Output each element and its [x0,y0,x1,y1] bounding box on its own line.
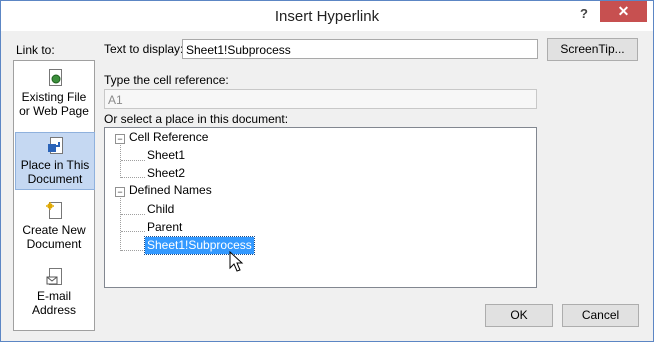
link-create-new-document-line1: Create New [22,223,86,237]
tree-node-child[interactable]: Child [147,201,174,218]
link-email-address[interactable]: E-mail Address [15,268,93,322]
tree-node-sheet2[interactable]: Sheet2 [147,165,185,182]
cell-reference-input[interactable]: A1 [104,89,537,109]
screentip-button[interactable]: ScreenTip... [547,38,638,61]
link-create-new-document[interactable]: Create New Document [15,202,93,256]
tree-node-defined-names[interactable]: Defined Names [129,182,212,199]
link-create-new-document-line2: Document [26,237,82,251]
place-tree[interactable]: − Cell Reference Sheet1 Sheet2 − Defined… [104,127,537,288]
email-icon [46,268,62,286]
tree-node-cell-reference[interactable]: Cell Reference [129,129,208,146]
link-place-in-document-line1: Place in This [20,158,90,172]
link-to-heading: Link to: [16,43,55,57]
tree-node-parent[interactable]: Parent [147,219,182,236]
place-in-document-icon [47,137,63,155]
title-bar: Insert Hyperlink ? ✕ [1,1,653,31]
link-place-in-document[interactable]: Place in This Document [15,132,95,190]
link-existing-file-line1: Existing File [21,90,87,104]
link-to-bar: Existing File or Web Page Place in This … [13,60,95,331]
dialog-title: Insert Hyperlink [274,8,380,25]
text-to-display-input[interactable]: Sheet1!Subprocess [182,39,538,59]
collapse-cell-reference-icon[interactable]: − [115,134,125,144]
insert-hyperlink-dialog: Insert Hyperlink ? ✕ Link to: Existing F… [0,0,654,342]
ok-button[interactable]: OK [485,304,553,327]
tree-node-sheet1[interactable]: Sheet1 [147,147,185,164]
cancel-button[interactable]: Cancel [562,304,639,327]
link-email-address-line1: E-mail [36,289,71,303]
text-to-display-label: Text to display: [104,42,184,56]
help-button[interactable]: ? [572,3,596,25]
collapse-defined-names-icon[interactable]: − [115,187,125,197]
mouse-pointer-icon [229,251,244,272]
create-new-document-icon [46,202,62,220]
link-email-address-line2: Address [31,303,77,317]
link-existing-file-line2: or Web Page [19,104,89,118]
existing-file-icon [46,69,62,87]
close-button[interactable]: ✕ [600,1,647,22]
place-list-label: Or select a place in this document: [104,112,289,126]
cell-reference-label: Type the cell reference: [104,73,229,87]
link-place-in-document-line2: Document [27,172,83,186]
link-existing-file[interactable]: Existing File or Web Page [15,69,93,123]
